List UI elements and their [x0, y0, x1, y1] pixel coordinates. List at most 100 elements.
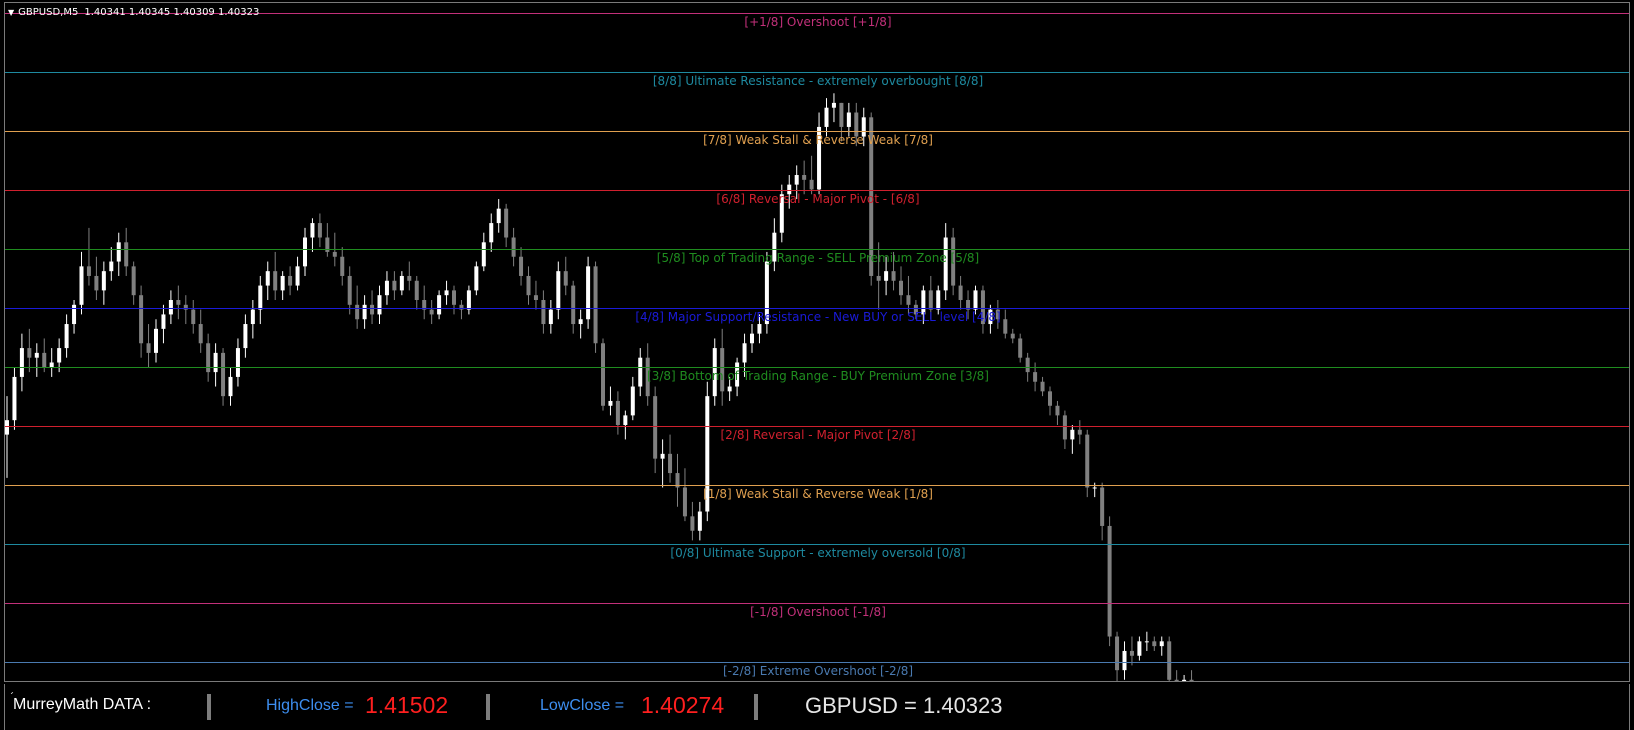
candle-bull[interactable] — [466, 290, 471, 310]
candle-bull[interactable] — [623, 415, 628, 425]
candle-bear[interactable] — [802, 175, 807, 180]
candle-bull[interactable] — [608, 400, 613, 406]
level-line[interactable] — [5, 544, 1629, 545]
candle-bull[interactable] — [280, 275, 285, 291]
candle-bull[interactable] — [57, 348, 62, 363]
candle-bear[interactable] — [273, 271, 278, 291]
candle-bear[interactable] — [899, 280, 903, 296]
candle-bull[interactable] — [1159, 641, 1164, 647]
level-label: [8/8] Ultimate Resistance - extremely ov… — [652, 74, 984, 88]
candle-bull[interactable] — [243, 324, 248, 349]
candle-bull[interactable] — [757, 324, 762, 334]
candle-bear[interactable] — [928, 290, 933, 310]
candle-bear[interactable] — [1174, 679, 1179, 682]
candle-bear[interactable] — [1018, 338, 1023, 358]
candle-bull[interactable] — [489, 223, 494, 243]
candle-bear[interactable] — [839, 102, 844, 127]
candle-bear[interactable] — [407, 275, 412, 281]
candle-bull[interactable] — [936, 290, 941, 310]
candle-bear[interactable] — [906, 295, 911, 305]
candle-bear[interactable] — [668, 453, 673, 474]
candle-bull[interactable] — [101, 271, 106, 291]
candle-bull[interactable] — [265, 271, 270, 286]
candle-bull[interactable] — [630, 386, 635, 416]
candle-bear[interactable] — [563, 271, 568, 286]
candle-bear[interactable] — [414, 280, 419, 301]
candle-bear[interactable] — [1040, 381, 1045, 392]
level-line[interactable] — [5, 72, 1629, 73]
candle-bear[interactable] — [504, 208, 509, 238]
candle-bull[interactable] — [750, 333, 754, 344]
candle-bull[interactable] — [399, 275, 404, 291]
level-line[interactable] — [5, 131, 1629, 132]
candle-bull[interactable] — [727, 386, 732, 392]
candle-bear[interactable] — [1129, 650, 1134, 656]
candle-bear[interactable] — [1048, 391, 1052, 406]
candle-bear[interactable] — [86, 266, 91, 276]
candle-bull[interactable] — [154, 328, 158, 353]
candle-bull[interactable] — [1137, 641, 1142, 656]
candle-bear[interactable] — [1055, 405, 1060, 416]
candle-bear[interactable] — [809, 179, 814, 190]
candle-bear[interactable] — [593, 266, 598, 344]
candle-bear[interactable] — [288, 275, 293, 286]
level-line[interactable] — [5, 308, 1629, 309]
candle-bull[interactable] — [496, 208, 501, 224]
candle-bear[interactable] — [891, 271, 896, 281]
candle-bear[interactable] — [1107, 525, 1112, 637]
candle-bull[interactable] — [1182, 679, 1187, 682]
candle-bull[interactable] — [846, 112, 851, 127]
level-line[interactable] — [5, 367, 1629, 368]
candle-bull[interactable] — [295, 266, 300, 286]
candle-bull[interactable] — [697, 511, 702, 531]
candle-bear[interactable] — [198, 324, 203, 344]
candle-bear[interactable] — [690, 516, 695, 531]
candle-bear[interactable] — [176, 300, 181, 305]
candle-bull[interactable] — [794, 175, 799, 185]
candle-bear[interactable] — [1085, 434, 1090, 488]
chart-window[interactable]: [+1/8] Overshoot [+1/8] [8/8] Ultimate Re… — [4, 2, 1630, 682]
candle-bull[interactable] — [660, 453, 665, 459]
candle-bear[interactable] — [533, 295, 538, 301]
level-line[interactable] — [5, 485, 1629, 486]
candle-bull[interactable] — [824, 107, 829, 127]
candle-bear[interactable] — [27, 348, 32, 358]
candle-bull[interactable] — [1144, 641, 1149, 643]
level-line[interactable] — [5, 426, 1629, 427]
candle-bull[interactable] — [64, 324, 69, 349]
candle-bear[interactable] — [876, 275, 881, 281]
candle-bull[interactable] — [12, 376, 17, 421]
candle-bull[interactable] — [556, 271, 561, 310]
candle-bull[interactable] — [742, 343, 747, 363]
candle-bull[interactable] — [474, 266, 479, 291]
candle-bull[interactable] — [34, 352, 39, 358]
candle-bear[interactable] — [146, 343, 151, 353]
candle-bull[interactable] — [258, 285, 263, 310]
level-line[interactable] — [5, 190, 1629, 191]
candle-bear[interactable] — [1189, 679, 1194, 682]
candle-bear[interactable] — [347, 275, 352, 305]
candle-bear[interactable] — [94, 275, 99, 291]
candle-bear[interactable] — [1010, 333, 1015, 339]
chevron-down-icon[interactable]: ▼ — [8, 8, 14, 17]
level-line[interactable] — [5, 249, 1629, 250]
level-line[interactable] — [5, 662, 1629, 663]
price-chart[interactable] — [5, 3, 1630, 682]
candle-bull[interactable] — [973, 290, 978, 310]
candle-bear[interactable] — [1152, 641, 1157, 647]
candle-bull[interactable] — [310, 223, 315, 238]
candle-bear[interactable] — [615, 400, 620, 425]
candle-bull[interactable] — [384, 280, 389, 296]
candle-bull[interactable] — [884, 271, 889, 281]
candle-bear[interactable] — [42, 352, 47, 368]
candle-bull[interactable] — [444, 290, 449, 296]
candle-bear[interactable] — [392, 280, 397, 291]
candle-bear[interactable] — [317, 223, 322, 238]
candle-bear[interactable] — [452, 290, 456, 305]
candle-bear[interactable] — [526, 275, 531, 296]
candle-bear[interactable] — [131, 266, 136, 296]
candle-bull[interactable] — [831, 102, 836, 108]
level-line[interactable] — [5, 603, 1629, 604]
candle-bear[interactable] — [958, 285, 963, 301]
candle-bull[interactable] — [79, 266, 84, 305]
